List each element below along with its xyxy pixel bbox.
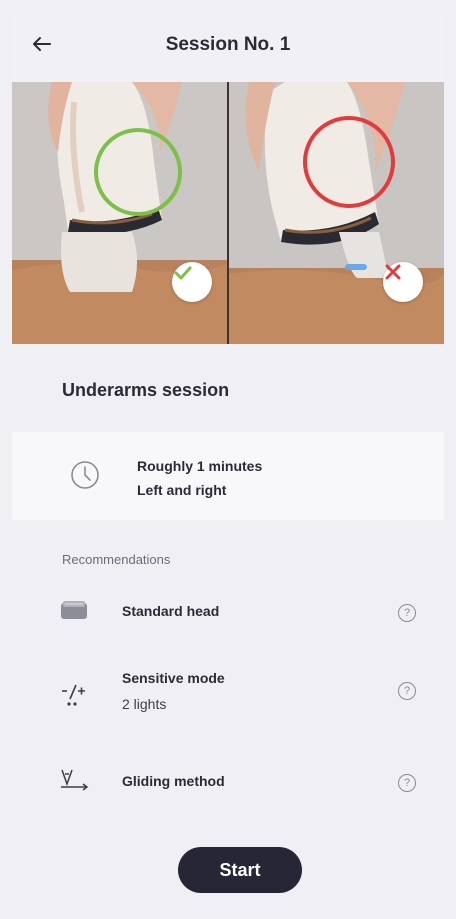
help-icon[interactable]: ? [398, 604, 416, 622]
correct-usage-image [12, 82, 227, 344]
gliding-method-icon [56, 762, 92, 798]
recommendation-standard-head[interactable]: Standard head ? [12, 592, 444, 642]
sensitive-mode-icon [56, 676, 92, 712]
hero-comparison [12, 82, 444, 344]
incorrect-usage-image [229, 82, 444, 344]
duration-text: Roughly 1 minutes [137, 458, 263, 474]
incorrect-badge [383, 262, 423, 302]
rec-sub: 2 lights [122, 696, 167, 712]
head-attachment-icon [56, 592, 92, 628]
session-title-section: Underarms session [12, 344, 444, 432]
clock-icon [70, 460, 100, 495]
recommendation-gliding-method[interactable]: Gliding method ? [12, 762, 444, 812]
rec-name: Gliding method [122, 773, 225, 789]
recommendation-sensitive-mode[interactable]: Sensitive mode 2 lights ? [12, 670, 444, 720]
recommendations-heading: Recommendations [62, 552, 171, 567]
help-icon[interactable]: ? [398, 682, 416, 700]
correct-badge [172, 262, 212, 302]
start-button[interactable]: Start [178, 847, 302, 893]
duration-card: Roughly 1 minutes Left and right [12, 432, 444, 520]
help-icon[interactable]: ? [398, 774, 416, 792]
page-title: Session No. 1 [165, 34, 291, 55]
screen: Session No. 1 Underarms session Roughly … [12, 10, 444, 909]
session-title: Underarms session [62, 380, 230, 400]
header: Session No. 1 [12, 10, 444, 82]
area-text: Left and right [137, 482, 227, 498]
rec-name: Sensitive mode [122, 670, 225, 686]
rec-name: Standard head [122, 603, 220, 619]
